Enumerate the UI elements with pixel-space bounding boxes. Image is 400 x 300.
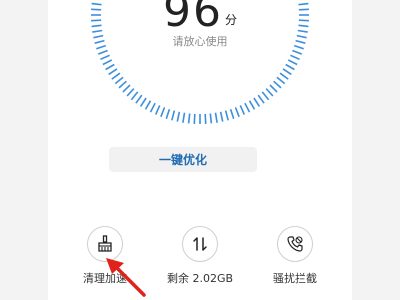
phone-block-icon[interactable]	[277, 226, 313, 262]
dial-tick	[100, 54, 110, 61]
harassment-block-tool-label: 骚扰拦截	[273, 272, 317, 285]
score-value: 96	[162, 0, 223, 37]
storage-tool-label: 剩余 2.02GB	[166, 272, 234, 285]
storage-tool[interactable]: 剩余 2.02GB	[155, 226, 245, 286]
score-display: 96 分	[48, 0, 352, 37]
dial-tick	[248, 100, 256, 110]
dial-tick	[176, 111, 181, 122]
dial-tick	[273, 80, 282, 89]
dial-tick	[135, 94, 143, 104]
dial-tick	[144, 100, 152, 110]
score-unit: 分	[224, 13, 237, 27]
dial-tick	[261, 91, 270, 101]
dial-tick	[214, 112, 218, 123]
dial-tick	[229, 108, 235, 119]
dial-tick	[253, 97, 261, 107]
phone-manager-panel: 96 分 请放心使用 一键优化 清理加速 剩余 2.02GB 骚扰拦截	[48, 0, 352, 300]
dial-tick	[292, 49, 303, 55]
dial-tick	[257, 94, 265, 104]
dial-tick	[171, 110, 176, 121]
dial-tick	[269, 84, 278, 93]
dial-tick	[239, 105, 246, 115]
harassment-block-tool[interactable]: 骚扰拦截	[250, 226, 340, 286]
red-pointer-arrow-icon	[106, 258, 146, 297]
score-subtitle: 请放心使用	[172, 35, 228, 48]
dial-tick	[108, 68, 118, 76]
optimize-button[interactable]: 一键优化	[109, 147, 257, 172]
dial-tick	[154, 105, 161, 115]
dial-tick	[285, 63, 295, 71]
dial-tick	[219, 111, 224, 122]
dial-tick	[276, 76, 286, 85]
dial-tick	[111, 72, 121, 80]
dial-tick	[279, 72, 289, 80]
dial-tick	[105, 63, 115, 71]
dial-tick	[290, 54, 300, 61]
dial-tick	[204, 113, 207, 124]
dial-tick	[209, 113, 213, 124]
dial-tick	[224, 110, 229, 121]
dial-tick	[130, 91, 139, 101]
dial-tick	[122, 84, 131, 93]
dial-tick	[114, 76, 124, 85]
dial-tick	[187, 113, 191, 124]
dial-tick	[182, 112, 186, 123]
dial-tick	[287, 59, 298, 66]
dial-tick	[126, 88, 135, 97]
dial-tick	[265, 88, 274, 97]
transfer-arrows-icon[interactable]	[182, 226, 218, 262]
dial-tick	[234, 107, 240, 118]
dial-tick	[139, 97, 147, 107]
dial-tick	[282, 68, 292, 76]
dial-tick	[165, 108, 171, 119]
dial-tick	[193, 113, 196, 124]
dial-tick	[160, 107, 166, 118]
dial-tick	[244, 102, 251, 113]
dial-tick	[97, 49, 108, 55]
dial-tick	[102, 59, 113, 66]
dial-tick	[149, 102, 156, 113]
dial-tick	[118, 80, 127, 89]
